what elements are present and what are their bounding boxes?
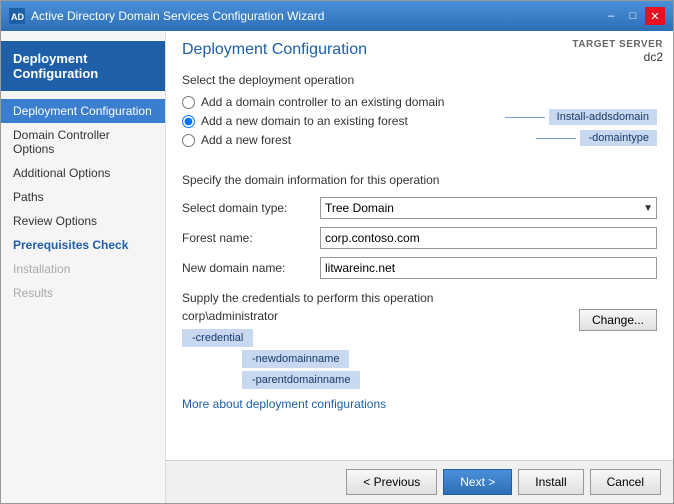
page-content: Deployment Configuration Select the depl… xyxy=(166,31,673,460)
credentials-user: corp\administrator xyxy=(182,309,360,323)
radio-add-new-domain-input[interactable] xyxy=(182,115,195,128)
title-bar-left: AD Active Directory Domain Services Conf… xyxy=(9,8,324,24)
svg-text:AD: AD xyxy=(11,12,24,22)
app-icon: AD xyxy=(9,8,25,24)
content-area: Deployment Configuration Deployment Conf… xyxy=(1,31,673,503)
domain-info-section: Specify the domain information for this … xyxy=(182,173,657,279)
install-button[interactable]: Install xyxy=(518,469,583,495)
more-info-link[interactable]: More about deployment configurations xyxy=(182,397,657,411)
annotation-parentdomainname-row: -parentdomainname xyxy=(182,371,360,389)
new-domain-name-input[interactable] xyxy=(320,257,657,279)
annotation-credential: -credential xyxy=(182,329,253,347)
annotation-newdomainname-row: -newdomainname xyxy=(182,350,360,368)
footer: < Previous Next > Install Cancel xyxy=(166,460,673,503)
callout-install-addsdomain: Install-addsdomain xyxy=(549,109,657,125)
target-server-name: dc2 xyxy=(572,50,663,64)
radio-add-new-forest[interactable]: Add a new forest xyxy=(182,133,505,147)
sidebar-item-results: Results xyxy=(1,281,165,305)
credentials-label: Supply the credentials to perform this o… xyxy=(182,291,657,305)
target-server: TARGET SERVER dc2 xyxy=(572,39,663,64)
domain-info-label: Specify the domain information for this … xyxy=(182,173,657,187)
sidebar-item-paths[interactable]: Paths xyxy=(1,185,165,209)
radio-add-controller-input[interactable] xyxy=(182,96,195,109)
minimize-button[interactable]: – xyxy=(601,7,621,25)
credentials-section: Supply the credentials to perform this o… xyxy=(182,291,657,389)
sidebar-item-deployment-configuration[interactable]: Deployment Configuration xyxy=(1,99,165,123)
radio-add-controller-label: Add a domain controller to an existing d… xyxy=(201,95,444,109)
change-button[interactable]: Change... xyxy=(579,309,657,331)
sidebar-item-domain-controller-options[interactable]: Domain Controller Options xyxy=(1,123,165,161)
window-title: Active Directory Domain Services Configu… xyxy=(31,9,324,23)
cancel-button[interactable]: Cancel xyxy=(590,469,661,495)
sidebar-item-additional-options[interactable]: Additional Options xyxy=(1,161,165,185)
title-bar-controls: – □ ✕ xyxy=(601,7,665,25)
radio-add-new-domain-label: Add a new domain to an existing forest xyxy=(201,114,408,128)
sidebar-header: Deployment Configuration xyxy=(1,41,165,91)
radio-add-new-forest-input[interactable] xyxy=(182,134,195,147)
form-row-forest-name: Forest name: xyxy=(182,227,657,249)
sidebar-item-installation: Installation xyxy=(1,257,165,281)
annotation-credential-row: -credential xyxy=(182,329,360,347)
sidebar-item-prerequisites-check[interactable]: Prerequisites Check xyxy=(1,233,165,257)
radio-group: Add a domain controller to an existing d… xyxy=(182,95,505,147)
radio-add-new-domain[interactable]: Add a new domain to an existing forest xyxy=(182,114,505,128)
form-label-domain-type: Select domain type: xyxy=(182,201,312,215)
form-row-domain-type: Select domain type: Tree Domain Child Do… xyxy=(182,197,657,219)
sidebar: Deployment Configuration Deployment Conf… xyxy=(1,31,166,503)
select-wrapper-domain-type: Tree Domain Child Domain ▼ xyxy=(320,197,657,219)
annotation-parentdomainname: -parentdomainname xyxy=(242,371,360,389)
bottom-annotations: -credential -newdomainname -parentdomain… xyxy=(182,329,360,389)
main-window: AD Active Directory Domain Services Conf… xyxy=(0,0,674,504)
previous-button[interactable]: < Previous xyxy=(346,469,437,495)
maximize-button[interactable]: □ xyxy=(623,7,643,25)
annotation-newdomainname: -newdomainname xyxy=(242,350,349,368)
title-bar: AD Active Directory Domain Services Conf… xyxy=(1,1,673,31)
next-button[interactable]: Next > xyxy=(443,469,512,495)
form-row-new-domain-name: New domain name: xyxy=(182,257,657,279)
callout-domaintype: -domaintype xyxy=(580,130,657,146)
credentials-row: corp\administrator -credential -newdomai… xyxy=(182,309,657,389)
sidebar-item-review-options[interactable]: Review Options xyxy=(1,209,165,233)
forest-name-input[interactable] xyxy=(320,227,657,249)
form-label-new-domain-name: New domain name: xyxy=(182,261,312,275)
target-server-label: TARGET SERVER xyxy=(572,39,663,50)
domain-type-select[interactable]: Tree Domain Child Domain xyxy=(320,197,657,219)
radio-add-new-forest-label: Add a new forest xyxy=(201,133,291,147)
deployment-section-label: Select the deployment operation xyxy=(182,73,657,87)
form-label-forest-name: Forest name: xyxy=(182,231,312,245)
close-button[interactable]: ✕ xyxy=(645,7,665,25)
credentials-user-area: corp\administrator -credential -newdomai… xyxy=(182,309,360,389)
main-content: TARGET SERVER dc2 Deployment Configurati… xyxy=(166,31,673,503)
radio-add-controller[interactable]: Add a domain controller to an existing d… xyxy=(182,95,505,109)
